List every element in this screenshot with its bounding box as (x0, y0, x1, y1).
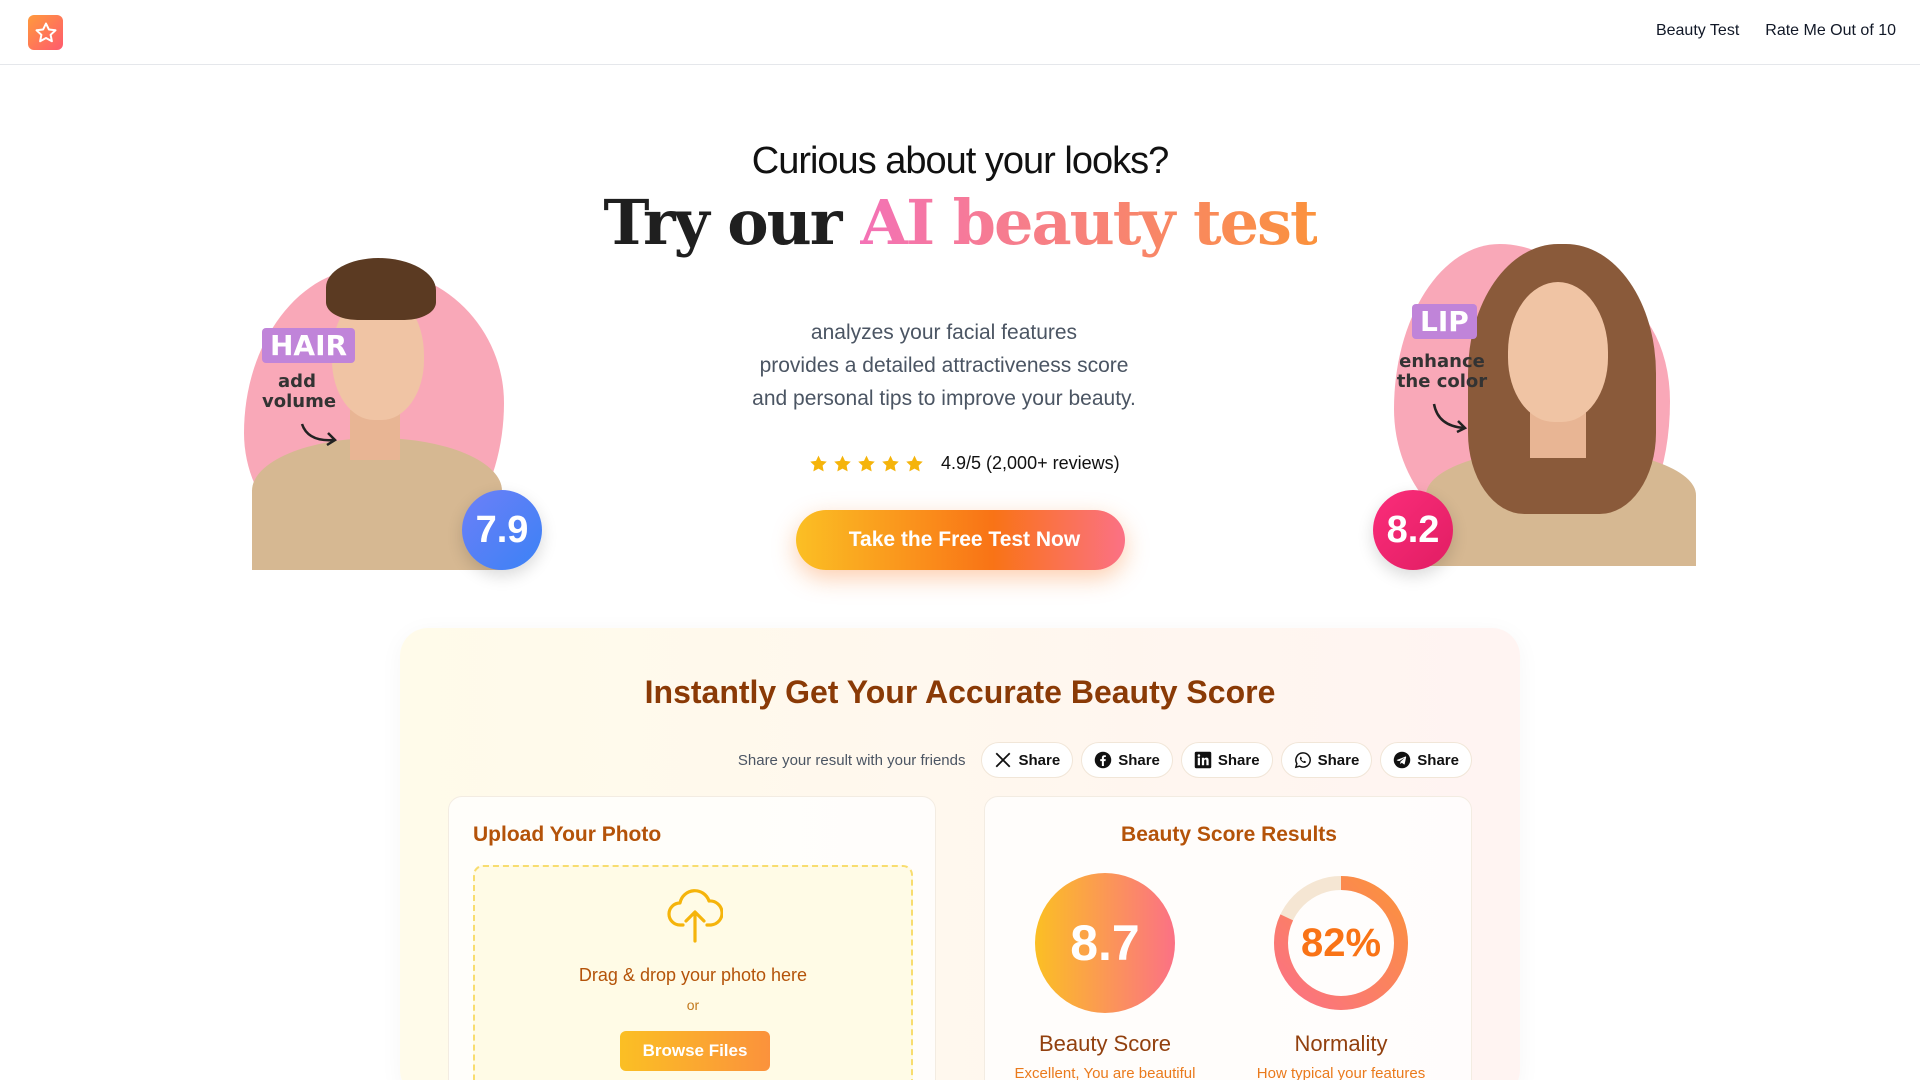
share-label: Share your result with your friends (737, 751, 966, 769)
cta-label: Take the Free Test Now (848, 528, 1081, 551)
feature-note-line: volume (262, 391, 337, 412)
share-whatsapp-button[interactable]: Share (1280, 742, 1373, 778)
share-x-button[interactable]: Share (981, 742, 1074, 778)
beauty-score-metric: 8.7 Beauty Score Excellent, You are beau… (1005, 873, 1205, 1080)
star-filled-icon (810, 455, 827, 471)
hero-title-plain: Try our (603, 186, 842, 259)
hair (326, 258, 436, 320)
face (1508, 282, 1608, 422)
rating-text: 4.9/5 (2,000+ reviews) (941, 453, 1120, 473)
share-linkedin-button[interactable]: Share (1180, 742, 1273, 778)
share-telegram-button[interactable]: Share (1380, 742, 1472, 778)
share-button-label: Share (1018, 751, 1061, 769)
example-score-male: 7.9 (462, 490, 542, 570)
beauty-score-label: Beauty Score (1038, 1031, 1172, 1056)
share-facebook-button[interactable]: Share (1081, 742, 1173, 778)
dropzone-or: or (686, 997, 700, 1013)
nav-link-rate-me[interactable]: Rate Me Out of 10 (1765, 22, 1896, 40)
photo-dropzone[interactable]: Drag & drop your photo here or Browse Fi… (473, 865, 913, 1080)
star-filled-icon (906, 455, 923, 471)
normality-ring: 82% (1271, 873, 1411, 1013)
star-icon (35, 22, 56, 42)
results-title: Beauty Score Results (1121, 823, 1337, 846)
main-nav: Beauty Test Rate Me Out of 10 (1656, 22, 1896, 40)
cloud-upload-icon (667, 889, 723, 943)
normality-label: Normality (1294, 1031, 1388, 1056)
top-navbar: Beauty Test Rate Me Out of 10 (0, 0, 1920, 65)
dropzone-text: Drag & drop your photo here (578, 965, 808, 985)
rating-summary: 4.9/5 (2,000+ reviews) (808, 453, 1120, 474)
feature-note-line: enhance (1399, 351, 1485, 372)
hero-title-highlight: AI beauty test (859, 186, 1319, 259)
feature-tag-hair: HAIR (262, 328, 356, 363)
normality-value: 82% (1300, 920, 1382, 965)
share-button-label: Share (1417, 751, 1459, 769)
normality-desc: How typical your features (1256, 1065, 1426, 1080)
star-filled-icon (858, 455, 875, 471)
upload-panel: Upload Your Photo Drag & drop your photo… (448, 796, 936, 1080)
star-filled-icon (834, 455, 851, 471)
share-bar: Share your result with your friends Shar… (738, 742, 1472, 778)
browse-files-button[interactable]: Browse Files (620, 1031, 770, 1071)
beauty-score-desc: Excellent, You are beautiful (1014, 1065, 1196, 1080)
normality-metric: 82% Normality How typical your features (1241, 873, 1441, 1080)
beauty-score-tool: Instantly Get Your Accurate Beauty Score… (400, 628, 1520, 1080)
tool-title: Instantly Get Your Accurate Beauty Score (644, 674, 1276, 710)
share-button-label: Share (1317, 751, 1360, 769)
logo[interactable] (28, 15, 63, 50)
feature-note: enhance the color (1392, 352, 1492, 392)
nav-link-beauty-test[interactable]: Beauty Test (1656, 22, 1739, 40)
curved-arrow-icon (300, 423, 337, 447)
share-button-label: Share (1217, 751, 1260, 769)
upload-title: Upload Your Photo (473, 823, 662, 846)
hero-subtitle: Curious about your looks? (751, 140, 1169, 182)
example-score-female: 8.2 (1373, 490, 1453, 570)
facebook-icon (1094, 751, 1112, 769)
x-icon (996, 752, 1011, 768)
share-button-label: Share (1118, 751, 1160, 769)
linkedin-icon (1194, 751, 1212, 769)
beauty-score-value: 8.7 (1035, 873, 1175, 1013)
curved-arrow-icon (1432, 403, 1468, 434)
feature-tag-lip: LIP (1412, 304, 1477, 339)
feature-note-line: the color (1396, 371, 1488, 392)
feature-note: add volume (262, 371, 337, 412)
feature-note-line: add (278, 371, 316, 392)
take-test-button[interactable]: Take the Free Test Now (796, 510, 1125, 570)
star-filled-icon (882, 455, 899, 471)
rating-stars (808, 454, 925, 474)
whatsapp-icon (1294, 752, 1311, 769)
results-panel: Beauty Score Results 8.7 Beauty Score Ex… (984, 796, 1472, 1080)
telegram-icon (1394, 751, 1411, 769)
